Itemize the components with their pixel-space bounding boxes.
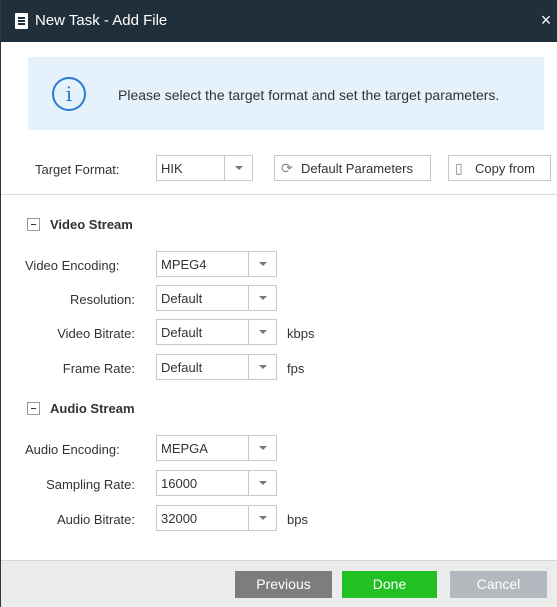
video-bitrate-value: Default: [161, 325, 203, 340]
target-format-select[interactable]: HIK: [156, 155, 253, 181]
chevron-down-icon: [248, 286, 276, 310]
sampling-rate-value: 16000: [161, 476, 198, 491]
resolution-label: Resolution:: [69, 292, 135, 307]
default-parameters-button[interactable]: ⟳ Default Parameters: [274, 155, 431, 181]
dialog-title: New Task - Add File: [35, 12, 168, 29]
chevron-down-icon: [248, 252, 276, 276]
copy-icon: ▯: [455, 160, 463, 176]
video-section-title: Video Stream: [50, 217, 133, 232]
resolution-select[interactable]: Default: [156, 285, 277, 311]
add-file-dialog: New Task - Add File × i Please select th…: [0, 0, 557, 607]
audio-bitrate-select[interactable]: 32000: [156, 505, 277, 531]
video-encoding-label: Video Encoding:: [25, 258, 120, 273]
cancel-button[interactable]: Cancel: [450, 571, 547, 598]
video-collapse-toggle[interactable]: [27, 218, 40, 231]
divider: [1, 194, 557, 195]
chevron-down-icon: [224, 156, 252, 180]
video-encoding-select[interactable]: MPEG4: [156, 251, 277, 277]
target-format-label: Target Format:: [35, 162, 120, 177]
sampling-rate-label: Sampling Rate:: [46, 477, 135, 492]
previous-button[interactable]: Previous: [235, 571, 332, 598]
chevron-down-icon: [248, 471, 276, 495]
copy-from-label: Copy from: [475, 161, 535, 176]
audio-bitrate-label: Audio Bitrate:: [56, 512, 135, 527]
done-button[interactable]: Done: [342, 571, 437, 598]
info-message: Please select the target format and set …: [118, 87, 500, 103]
audio-encoding-label: Audio Encoding:: [25, 442, 120, 457]
copy-from-button[interactable]: ▯ Copy from: [448, 155, 551, 181]
refresh-icon: ⟳: [281, 160, 293, 176]
video-bitrate-select[interactable]: Default: [156, 319, 277, 345]
video-bitrate-unit: kbps: [287, 326, 315, 341]
default-parameters-label: Default Parameters: [301, 161, 413, 176]
frame-rate-unit: fps: [287, 361, 305, 376]
audio-collapse-toggle[interactable]: [27, 402, 40, 415]
frame-rate-label: Frame Rate:: [62, 361, 135, 376]
audio-encoding-select[interactable]: MEPGA: [156, 435, 277, 461]
document-icon: [15, 13, 28, 29]
chevron-down-icon: [248, 320, 276, 344]
audio-section-title: Audio Stream: [50, 401, 135, 416]
info-banner: i Please select the target format and se…: [28, 57, 544, 130]
audio-bitrate-unit: bps: [287, 512, 308, 527]
info-icon: i: [52, 77, 86, 111]
chevron-down-icon: [248, 436, 276, 460]
frame-rate-value: Default: [161, 360, 203, 375]
dialog-footer: Previous Done Cancel: [1, 560, 557, 607]
chevron-down-icon: [248, 506, 276, 530]
close-icon[interactable]: ×: [536, 9, 556, 31]
sampling-rate-select[interactable]: 16000: [156, 470, 277, 496]
frame-rate-select[interactable]: Default: [156, 354, 277, 380]
title-bar: New Task - Add File ×: [1, 0, 557, 42]
target-format-value: HIK: [161, 161, 183, 176]
resolution-value: Default: [161, 291, 203, 306]
video-bitrate-label: Video Bitrate:: [57, 326, 135, 341]
video-encoding-value: MPEG4: [161, 257, 207, 272]
chevron-down-icon: [248, 355, 276, 379]
audio-bitrate-value: 32000: [161, 511, 198, 526]
audio-encoding-value: MEPGA: [161, 441, 208, 456]
